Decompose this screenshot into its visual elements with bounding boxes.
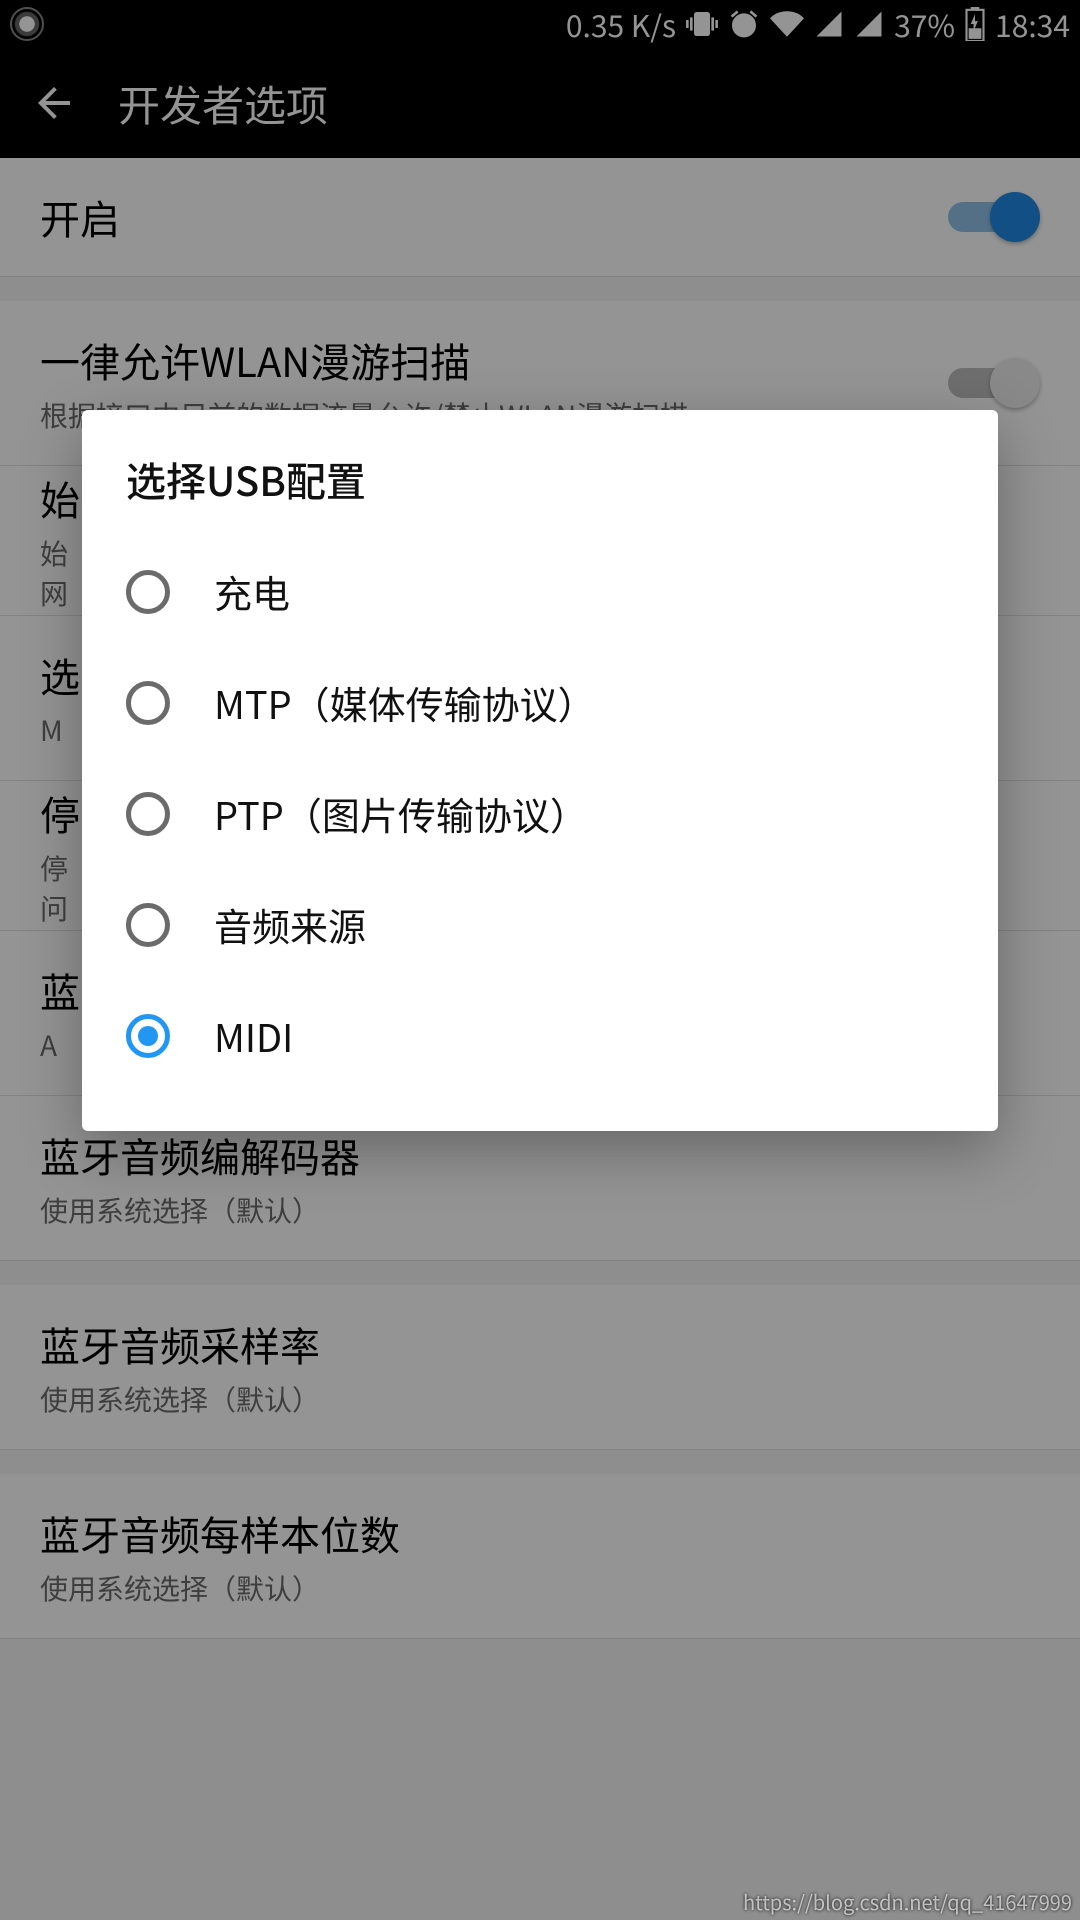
radio-label: MTP（媒体传输协议） bbox=[214, 675, 596, 730]
radio-option-mtp[interactable]: MTP（媒体传输协议） bbox=[82, 647, 998, 758]
radio-icon bbox=[126, 681, 170, 725]
radio-option-midi[interactable]: MIDI bbox=[82, 980, 998, 1091]
radio-icon bbox=[126, 903, 170, 947]
radio-option-audio[interactable]: 音频来源 bbox=[82, 869, 998, 980]
radio-option-charge[interactable]: 充电 bbox=[82, 536, 998, 647]
radio-icon bbox=[126, 792, 170, 836]
radio-icon-selected bbox=[126, 1014, 170, 1058]
watermark: https://blog.csdn.net/qq_41647999 bbox=[743, 1887, 1072, 1916]
radio-label: 充电 bbox=[214, 564, 290, 619]
radio-label: PTP（图片传输协议） bbox=[214, 786, 588, 841]
radio-label: MIDI bbox=[214, 1008, 293, 1063]
usb-config-dialog: 选择USB配置 充电 MTP（媒体传输协议） PTP（图片传输协议） 音频来源 … bbox=[82, 410, 998, 1131]
radio-icon bbox=[126, 570, 170, 614]
dialog-title: 选择USB配置 bbox=[82, 450, 998, 536]
radio-option-ptp[interactable]: PTP（图片传输协议） bbox=[82, 758, 998, 869]
radio-label: 音频来源 bbox=[214, 897, 366, 952]
